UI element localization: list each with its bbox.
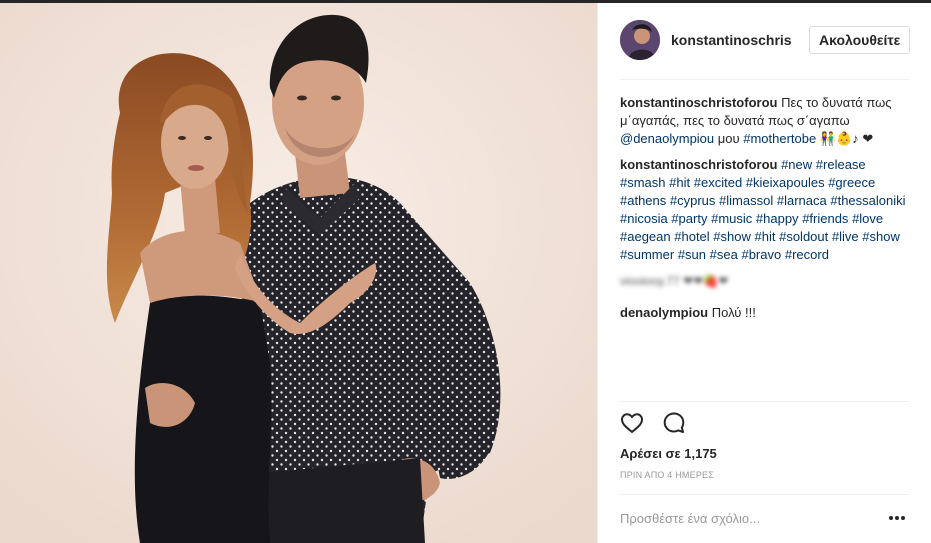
hashtag-list: #new #release #smash #hit #excited #kiei… <box>620 157 906 262</box>
header-divider <box>620 79 909 80</box>
post-header: konstantinoschristo Ακολουθείτε <box>598 3 931 79</box>
heart-icon[interactable] <box>620 411 646 437</box>
post-author-username[interactable]: konstantinoschristo <box>671 32 791 48</box>
comment-text: μου <box>714 131 744 146</box>
post-side-panel: konstantinoschristo Ακολουθείτε konstant… <box>597 3 931 543</box>
hashtag-link[interactable]: #nicosia <box>620 211 668 226</box>
hashtag-link[interactable]: #smash <box>620 175 666 190</box>
follow-button[interactable]: Ακολουθείτε <box>809 26 911 54</box>
hashtag-link[interactable]: #party <box>671 211 707 226</box>
comments-list: konstantinoschristoforou Πες το δυνατά π… <box>620 94 910 330</box>
hashtag-comment: konstantinoschristoforou #new #release #… <box>620 156 910 264</box>
hashtag-link[interactable]: #new <box>781 157 812 172</box>
hashtag-link[interactable]: #larnaca <box>777 193 827 208</box>
avatar-image <box>620 20 660 60</box>
mention-link[interactable]: @denaolympiou <box>620 131 714 146</box>
more-options-icon[interactable] <box>886 511 908 525</box>
hashtag-link[interactable]: #aegean <box>620 229 671 244</box>
reply-comment: denaolympiou Πολύ !!! <box>620 304 910 322</box>
comment-icon[interactable] <box>662 411 688 437</box>
hashtag-link[interactable]: #happy <box>756 211 799 226</box>
hashtag-link[interactable]: #show <box>713 229 751 244</box>
post-photo[interactable] <box>0 3 597 543</box>
hashtag-link[interactable]: #hit <box>755 229 776 244</box>
hashtag-link[interactable]: #hotel <box>674 229 709 244</box>
hashtag-link[interactable]: #love <box>852 211 883 226</box>
hashtag-link[interactable]: #bravo <box>741 247 781 262</box>
hashtag-link[interactable]: #sun <box>678 247 706 262</box>
blurred-comment-text: viooiooy.77 ❤❤🍓❤ <box>620 274 729 288</box>
hashtag-link[interactable]: #excited <box>694 175 742 190</box>
hashtag-link[interactable]: #soldout <box>779 229 828 244</box>
likes-count[interactable]: Αρέσει σε 1,175 <box>620 446 717 461</box>
comment-author[interactable]: konstantinoschristoforou <box>620 157 777 172</box>
add-comment-input[interactable] <box>620 507 870 529</box>
hashtag-link[interactable]: #summer <box>620 247 674 262</box>
hashtag-link[interactable]: #friends <box>802 211 848 226</box>
comment-text: Πολύ !!! <box>708 305 756 320</box>
hashtag-link[interactable]: #sea <box>710 247 738 262</box>
comment-author[interactable]: konstantinoschristoforou <box>620 95 777 110</box>
hashtag-link[interactable]: #hit <box>669 175 690 190</box>
comment-author[interactable]: denaolympiou <box>620 305 708 320</box>
hashtag-link[interactable]: #athens <box>620 193 666 208</box>
hashtag-link[interactable]: #mothertobe <box>743 131 816 146</box>
emoji-text: 👫👶♪ ❤ <box>816 131 874 146</box>
post-actions <box>620 411 700 437</box>
hashtag-link[interactable]: #limassol <box>719 193 773 208</box>
hashtag-link[interactable]: #release <box>816 157 866 172</box>
hashtag-link[interactable]: #greece <box>828 175 875 190</box>
comment-input-divider <box>620 494 909 495</box>
hashtag-link[interactable]: #live <box>832 229 859 244</box>
hashtag-link[interactable]: #record <box>785 247 829 262</box>
hashtag-link[interactable]: #thessaloniki <box>830 193 905 208</box>
avatar[interactable] <box>620 20 660 60</box>
post-timestamp: ΠΡΙΝ ΑΠΟ 4 ΗΜΕΡΕΣ <box>620 470 714 480</box>
hashtag-link[interactable]: #music <box>711 211 752 226</box>
caption: konstantinoschristoforou Πες το δυνατά π… <box>620 94 910 148</box>
blurred-comment: viooiooy.77 ❤❤🍓❤ <box>620 272 910 296</box>
couple-photo-illustration <box>0 3 597 543</box>
hashtag-link[interactable]: #kieixapoules <box>746 175 825 190</box>
hashtag-link[interactable]: #cyprus <box>670 193 716 208</box>
actions-divider <box>620 401 909 402</box>
hashtag-link[interactable]: #show <box>862 229 900 244</box>
